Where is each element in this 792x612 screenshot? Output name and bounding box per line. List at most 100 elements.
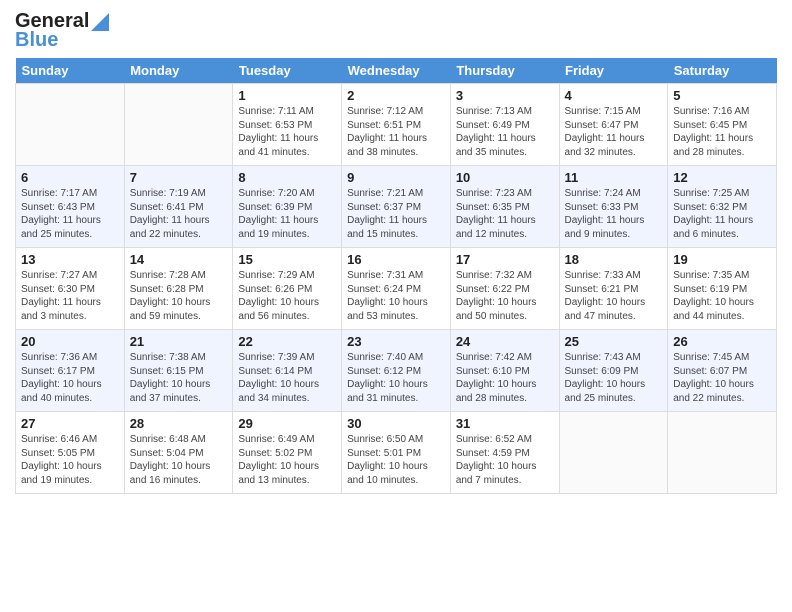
day-info: Sunrise: 7:35 AM Sunset: 6:19 PM Dayligh… (673, 269, 771, 323)
day-info: Sunrise: 7:29 AM Sunset: 6:26 PM Dayligh… (238, 269, 336, 323)
calendar-cell: 27 Sunrise: 6:46 AM Sunset: 5:05 PM Dayli… (16, 412, 125, 494)
day-info: Sunrise: 7:43 AM Sunset: 6:09 PM Dayligh… (565, 351, 663, 405)
calendar-cell: 9 Sunrise: 7:21 AM Sunset: 6:37 PM Daylig… (342, 166, 451, 248)
day-number: 2 (347, 88, 445, 103)
calendar-cell: 7Sunrise: 7:19 AM Sunset: 6:41 PM Daylig… (124, 166, 233, 248)
day-number: 11 (565, 170, 663, 185)
day-info: Sunrise: 7:25 AM Sunset: 6:32 PM Dayligh… (673, 187, 771, 241)
week-row-2: 6 Sunrise: 7:17 AM Sunset: 6:43 PM Daylig… (16, 166, 777, 248)
day-info: Sunrise: 7:23 AM Sunset: 6:35 PM Dayligh… (456, 187, 554, 241)
day-info: Sunrise: 6:52 AM Sunset: 4:59 PM Dayligh… (456, 433, 554, 487)
day-number: 15 (238, 252, 336, 267)
col-header-tuesday: Tuesday (233, 58, 342, 84)
day-info: Sunrise: 7:33 AM Sunset: 6:21 PM Dayligh… (565, 269, 663, 323)
calendar-cell (668, 412, 777, 494)
calendar-cell: 21 Sunrise: 7:38 AM Sunset: 6:15 PM Dayli… (124, 330, 233, 412)
day-number: 16 (347, 252, 445, 267)
day-info: Sunrise: 6:50 AM Sunset: 5:01 PM Dayligh… (347, 433, 445, 487)
day-number: 21 (130, 334, 228, 349)
day-number: 8 (238, 170, 336, 185)
day-number: 28 (130, 416, 228, 431)
day-number: 12 (673, 170, 771, 185)
day-number: 27 (21, 416, 119, 431)
calendar-cell: 12 Sunrise: 7:25 AM Sunset: 6:32 PM Dayli… (668, 166, 777, 248)
day-info: Sunrise: 6:46 AM Sunset: 5:05 PM Dayligh… (21, 433, 119, 487)
week-row-3: 13 Sunrise: 7:27 AM Sunset: 6:30 PM Dayli… (16, 248, 777, 330)
day-number: 14 (130, 252, 228, 267)
day-info: Sunrise: 7:27 AM Sunset: 6:30 PM Dayligh… (21, 269, 119, 323)
header: General Blue (15, 10, 777, 52)
day-number: 1 (238, 88, 336, 103)
day-number: 24 (456, 334, 554, 349)
calendar-cell: 28 Sunrise: 6:48 AM Sunset: 5:04 PM Dayli… (124, 412, 233, 494)
logo-blue: Blue (15, 29, 58, 52)
calendar-cell: 18 Sunrise: 7:33 AM Sunset: 6:21 PM Dayli… (559, 248, 668, 330)
day-number: 3 (456, 88, 554, 103)
calendar-cell: 5Sunrise: 7:16 AM Sunset: 6:45 PM Daylig… (668, 84, 777, 166)
calendar-cell: 8Sunrise: 7:20 AM Sunset: 6:39 PM Daylig… (233, 166, 342, 248)
week-row-5: 27 Sunrise: 6:46 AM Sunset: 5:05 PM Dayli… (16, 412, 777, 494)
day-number: 23 (347, 334, 445, 349)
calendar-cell: 29 Sunrise: 6:49 AM Sunset: 5:02 PM Dayli… (233, 412, 342, 494)
logo-icon (91, 9, 109, 31)
day-number: 4 (565, 88, 663, 103)
col-header-wednesday: Wednesday (342, 58, 451, 84)
calendar-cell (559, 412, 668, 494)
calendar-cell: 31 Sunrise: 6:52 AM Sunset: 4:59 PM Dayli… (450, 412, 559, 494)
day-info: Sunrise: 7:32 AM Sunset: 6:22 PM Dayligh… (456, 269, 554, 323)
calendar-cell: 14Sunrise: 7:28 AM Sunset: 6:28 PM Dayli… (124, 248, 233, 330)
day-info: Sunrise: 7:19 AM Sunset: 6:41 PM Dayligh… (130, 187, 228, 241)
week-row-4: 20 Sunrise: 7:36 AM Sunset: 6:17 PM Dayli… (16, 330, 777, 412)
calendar-cell: 2 Sunrise: 7:12 AM Sunset: 6:51 PM Daylig… (342, 84, 451, 166)
calendar-cell: 19Sunrise: 7:35 AM Sunset: 6:19 PM Dayli… (668, 248, 777, 330)
day-number: 26 (673, 334, 771, 349)
calendar-cell (124, 84, 233, 166)
calendar-cell: 25 Sunrise: 7:43 AM Sunset: 6:09 PM Dayli… (559, 330, 668, 412)
day-number: 31 (456, 416, 554, 431)
day-info: Sunrise: 7:13 AM Sunset: 6:49 PM Dayligh… (456, 105, 554, 159)
day-info: Sunrise: 7:11 AM Sunset: 6:53 PM Dayligh… (238, 105, 336, 159)
day-info: Sunrise: 7:39 AM Sunset: 6:14 PM Dayligh… (238, 351, 336, 405)
day-number: 10 (456, 170, 554, 185)
calendar-cell: 17Sunrise: 7:32 AM Sunset: 6:22 PM Dayli… (450, 248, 559, 330)
calendar-cell: 11 Sunrise: 7:24 AM Sunset: 6:33 PM Dayli… (559, 166, 668, 248)
day-number: 22 (238, 334, 336, 349)
calendar-cell: 1 Sunrise: 7:11 AM Sunset: 6:53 PM Daylig… (233, 84, 342, 166)
logo: General Blue (15, 10, 109, 52)
day-info: Sunrise: 7:21 AM Sunset: 6:37 PM Dayligh… (347, 187, 445, 241)
day-info: Sunrise: 7:45 AM Sunset: 6:07 PM Dayligh… (673, 351, 771, 405)
col-header-sunday: Sunday (16, 58, 125, 84)
calendar-cell: 10 Sunrise: 7:23 AM Sunset: 6:35 PM Dayli… (450, 166, 559, 248)
day-number: 5 (673, 88, 771, 103)
day-info: Sunrise: 7:24 AM Sunset: 6:33 PM Dayligh… (565, 187, 663, 241)
calendar-cell: 13 Sunrise: 7:27 AM Sunset: 6:30 PM Dayli… (16, 248, 125, 330)
calendar-cell: 20 Sunrise: 7:36 AM Sunset: 6:17 PM Dayli… (16, 330, 125, 412)
calendar-cell (16, 84, 125, 166)
day-info: Sunrise: 6:49 AM Sunset: 5:02 PM Dayligh… (238, 433, 336, 487)
day-number: 9 (347, 170, 445, 185)
col-header-monday: Monday (124, 58, 233, 84)
calendar-cell: 16Sunrise: 7:31 AM Sunset: 6:24 PM Dayli… (342, 248, 451, 330)
day-info: Sunrise: 7:17 AM Sunset: 6:43 PM Dayligh… (21, 187, 119, 241)
day-info: Sunrise: 6:48 AM Sunset: 5:04 PM Dayligh… (130, 433, 228, 487)
day-info: Sunrise: 7:40 AM Sunset: 6:12 PM Dayligh… (347, 351, 445, 405)
week-row-1: 1 Sunrise: 7:11 AM Sunset: 6:53 PM Daylig… (16, 84, 777, 166)
main-container: General Blue SundayMondayTuesdayWednesda… (0, 0, 792, 504)
day-number: 13 (21, 252, 119, 267)
day-info: Sunrise: 7:38 AM Sunset: 6:15 PM Dayligh… (130, 351, 228, 405)
header-row: SundayMondayTuesdayWednesdayThursdayFrid… (16, 58, 777, 84)
day-number: 6 (21, 170, 119, 185)
day-number: 29 (238, 416, 336, 431)
calendar-cell: 24Sunrise: 7:42 AM Sunset: 6:10 PM Dayli… (450, 330, 559, 412)
calendar-cell: 22 Sunrise: 7:39 AM Sunset: 6:14 PM Dayli… (233, 330, 342, 412)
day-number: 30 (347, 416, 445, 431)
day-number: 18 (565, 252, 663, 267)
day-info: Sunrise: 7:12 AM Sunset: 6:51 PM Dayligh… (347, 105, 445, 159)
col-header-thursday: Thursday (450, 58, 559, 84)
calendar-cell: 3 Sunrise: 7:13 AM Sunset: 6:49 PM Daylig… (450, 84, 559, 166)
calendar-cell: 26 Sunrise: 7:45 AM Sunset: 6:07 PM Dayli… (668, 330, 777, 412)
day-number: 20 (21, 334, 119, 349)
day-number: 25 (565, 334, 663, 349)
day-info: Sunrise: 7:36 AM Sunset: 6:17 PM Dayligh… (21, 351, 119, 405)
calendar-cell: 23 Sunrise: 7:40 AM Sunset: 6:12 PM Dayli… (342, 330, 451, 412)
